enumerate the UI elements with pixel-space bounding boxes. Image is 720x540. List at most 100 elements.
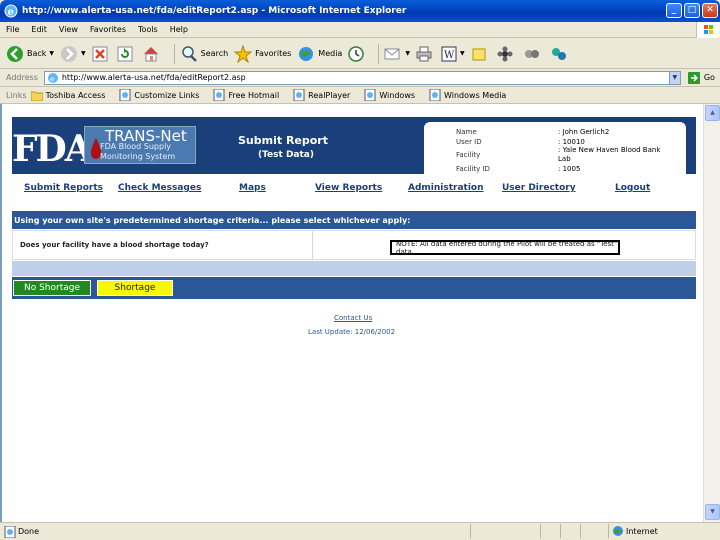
vertical-scrollbar[interactable]: ▲ ▼ (703, 104, 720, 522)
fda-logo: FDA (12, 128, 93, 170)
page-icon (429, 89, 441, 101)
svg-text:e: e (8, 7, 14, 18)
maximize-button[interactable]: □ (684, 3, 700, 18)
criteria-instruction: Using your own site's predetermined shor… (12, 211, 696, 229)
refresh-icon (117, 46, 133, 61)
refresh-button[interactable] (117, 46, 136, 62)
ie-logo-icon: e (4, 4, 18, 18)
link-free-hotmail[interactable]: Free Hotmail (213, 89, 279, 101)
close-button[interactable]: ✕ (702, 3, 718, 18)
print-button[interactable] (416, 46, 435, 62)
facilityid-label: Facility ID (456, 165, 490, 173)
flower-icon (497, 46, 513, 61)
menu-view[interactable]: View (59, 25, 78, 34)
menu-file[interactable]: File (6, 25, 19, 34)
research-icon (524, 49, 539, 58)
back-arrow-icon (7, 45, 23, 62)
shortage-button[interactable]: Shortage (97, 280, 173, 296)
link-toshiba-access[interactable]: Toshiba Access (30, 90, 105, 101)
address-label: Address (6, 73, 38, 82)
go-button[interactable]: Go (687, 71, 715, 85)
home-button[interactable] (142, 45, 163, 63)
menu-help[interactable]: Help (170, 25, 188, 34)
nav-logout[interactable]: Logout (615, 183, 650, 193)
menu-favorites[interactable]: Favorites (90, 25, 126, 34)
stop-button[interactable] (92, 46, 111, 62)
contact-us-link[interactable]: Contact Us (334, 314, 372, 322)
minimize-button[interactable]: _ (666, 3, 682, 18)
security-zone-text: Internet (626, 527, 658, 536)
link-windows[interactable]: Windows (364, 89, 415, 101)
search-icon (181, 45, 197, 62)
tools-button[interactable] (550, 46, 571, 62)
transnet-subtitle: FDA Blood Supply Monitoring System (100, 142, 176, 161)
link-windows-media[interactable]: Windows Media (429, 89, 506, 101)
forward-button[interactable]: ▼ (60, 45, 86, 63)
address-input[interactable]: e http://www.alerta-usa.net/fda/editRepo… (43, 70, 670, 85)
page-ie-icon: e (47, 72, 58, 83)
go-arrow-icon (687, 71, 700, 84)
user-info-panel: Name : John Gerlich2 User ID : 10010 Fac… (424, 122, 686, 174)
home-icon (143, 46, 158, 61)
scroll-down-button[interactable]: ▼ (705, 504, 720, 520)
links-label: Links (6, 90, 27, 100)
favorites-button[interactable]: Favorites (234, 44, 291, 63)
status-text: Done (18, 527, 40, 536)
notes-icon (472, 48, 486, 60)
userid-label: User ID (456, 138, 482, 146)
title-bar: e http://www.alerta-usa.net/fda/editRepo… (0, 0, 720, 22)
messenger-button[interactable] (496, 46, 517, 62)
printer-icon (416, 46, 432, 61)
nav-administration[interactable]: Administration (408, 183, 484, 193)
mail-button[interactable]: ▼ (384, 46, 410, 62)
window-title: http://www.alerta-usa.net/fda/editReport… (22, 6, 407, 16)
link-customize-links[interactable]: Customize Links (119, 89, 199, 101)
spacer-row (12, 261, 696, 276)
forward-arrow-icon (61, 45, 78, 62)
no-shortage-button[interactable]: No Shortage (13, 280, 91, 296)
edit-word-button[interactable]: W ▼ (441, 46, 465, 62)
internet-globe-icon (613, 526, 623, 536)
name-label: Name (456, 128, 477, 136)
link-realplayer[interactable]: RealPlayer (293, 89, 350, 101)
nav-maps[interactable]: Maps (239, 183, 266, 193)
menu-bar: File Edit View Favorites Tools Help (0, 22, 720, 38)
search-button[interactable]: Search (180, 45, 228, 63)
page-icon (364, 89, 376, 101)
nav-check-messages[interactable]: Check Messages (118, 183, 201, 193)
toolbar: Back ▼ ▼ Search Favorites Media ▼ W ▼ (0, 39, 720, 69)
page-subtitle: (Test Data) (258, 150, 314, 160)
history-clock-icon (348, 45, 365, 62)
media-button[interactable]: Media (297, 45, 342, 63)
research-button[interactable] (523, 46, 544, 62)
mail-icon (384, 48, 400, 59)
history-button[interactable] (348, 45, 367, 62)
facility-value-line2: Lab (558, 155, 571, 163)
page-icon (293, 89, 305, 101)
page-done-icon (4, 526, 16, 538)
menu-tools[interactable]: Tools (138, 25, 158, 34)
gears-icon (551, 47, 566, 60)
facilityid-value: : 1005 (558, 165, 581, 173)
nav-view-reports[interactable]: View Reports (315, 183, 382, 193)
page-icon (119, 89, 131, 101)
back-button[interactable]: Back ▼ (6, 45, 54, 63)
media-globe-icon (299, 46, 314, 61)
star-icon (234, 44, 253, 63)
menu-edit[interactable]: Edit (31, 25, 47, 34)
nav-user-directory[interactable]: User Directory (502, 183, 576, 193)
nav-submit-reports[interactable]: Submit Reports (24, 183, 103, 193)
page-icon (213, 89, 225, 101)
shortage-question: Does your facility have a blood shortage… (20, 241, 209, 249)
address-bar: Address e http://www.alerta-usa.net/fda/… (0, 69, 720, 87)
facility-value-line1: : Yale New Haven Blood Bank (558, 146, 661, 154)
svg-text:W: W (444, 50, 455, 61)
name-value: : John Gerlich2 (558, 128, 610, 136)
scroll-up-button[interactable]: ▲ (705, 105, 720, 121)
word-icon: W (441, 46, 457, 61)
svg-text:e: e (50, 74, 55, 83)
discuss-button[interactable] (471, 46, 490, 62)
address-dropdown-button[interactable]: ▼ (668, 70, 681, 85)
last-update-text: Last Update: 12/06/2002 (308, 328, 396, 336)
windows-flag-icon (696, 22, 720, 38)
